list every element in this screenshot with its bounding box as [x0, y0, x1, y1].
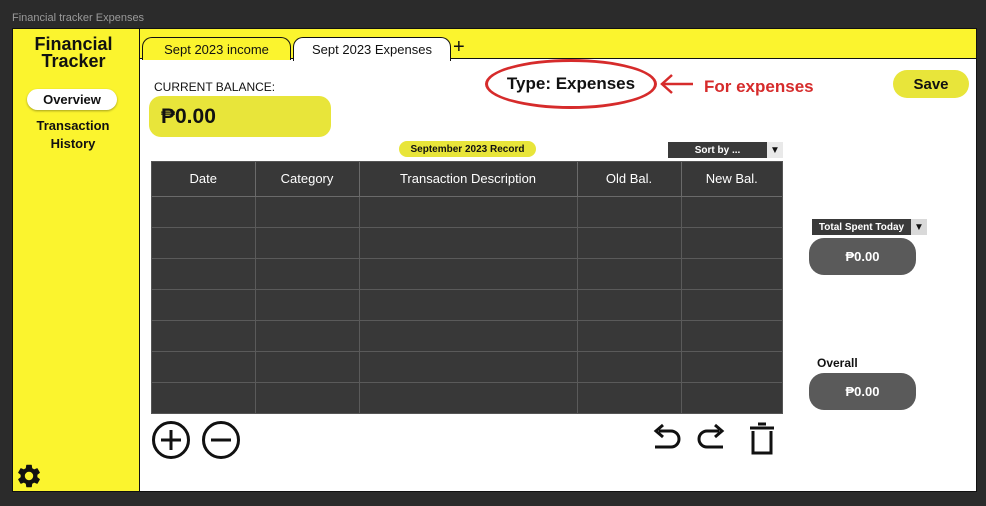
brand-line-2: Tracker [41, 51, 106, 71]
table-cell[interactable] [577, 227, 682, 259]
sort-dropdown[interactable]: Sort by ... ▼ [668, 142, 783, 158]
table-cell[interactable] [681, 196, 782, 228]
column-header-description: Transaction Description [359, 162, 578, 197]
table-header-row: Date Category Transaction Description Ol… [152, 162, 782, 197]
column-header-date: Date [152, 162, 256, 197]
table-row[interactable] [152, 227, 782, 259]
table-cell[interactable] [577, 196, 682, 228]
minus-circle-icon[interactable] [201, 420, 241, 460]
table-cell[interactable] [681, 227, 782, 259]
table-cell[interactable] [577, 258, 682, 290]
table-cell[interactable] [681, 382, 782, 413]
table-row[interactable] [152, 320, 782, 352]
sidebar-item-overview[interactable]: Overview [27, 89, 117, 110]
app-window: Financial Tracker Overview Transaction H… [12, 28, 977, 492]
table-cell[interactable] [681, 351, 782, 383]
table-cell[interactable] [152, 320, 256, 352]
type-annotation-circle: Type: Expenses [485, 59, 657, 109]
total-spent-today-label: Total Spent Today [812, 219, 911, 235]
tab-sept-income[interactable]: Sept 2023 income [142, 37, 291, 60]
table-cell[interactable] [681, 289, 782, 321]
table-row[interactable] [152, 382, 782, 413]
table-cell[interactable] [152, 289, 256, 321]
sort-label: Sort by ... [668, 142, 767, 158]
arrow-left-icon [660, 74, 693, 94]
trash-icon[interactable] [747, 422, 777, 456]
table-cell[interactable] [255, 258, 360, 290]
table-cell[interactable] [255, 382, 360, 413]
table-row[interactable] [152, 351, 782, 383]
table-cell[interactable] [255, 320, 360, 352]
table-row[interactable] [152, 196, 782, 228]
add-tab-button[interactable]: + [453, 36, 465, 58]
chevron-down-icon[interactable]: ▼ [767, 142, 783, 158]
total-spent-today-dropdown[interactable]: Total Spent Today ▼ [812, 219, 927, 235]
table-cell[interactable] [681, 320, 782, 352]
table-cell[interactable] [577, 351, 682, 383]
redo-icon[interactable] [695, 423, 729, 453]
table-cell[interactable] [255, 351, 360, 383]
annotation-note: For expenses [704, 77, 814, 96]
plus-circle-icon[interactable] [151, 420, 191, 460]
chevron-down-icon[interactable]: ▼ [911, 219, 927, 235]
window-title: Financial tracker Expenses [12, 12, 145, 24]
undo-icon[interactable] [649, 423, 683, 453]
transactions-table: Date Category Transaction Description Ol… [151, 161, 783, 414]
table-cell[interactable] [359, 258, 578, 290]
tab-sept-expenses[interactable]: Sept 2023 Expenses [293, 37, 451, 61]
table-cell[interactable] [577, 320, 682, 352]
table-cell[interactable] [152, 196, 256, 228]
column-header-old-balance: Old Bal. [577, 162, 682, 197]
table-cell[interactable] [255, 227, 360, 259]
total-spent-today-value: ₱0.00 [809, 238, 916, 275]
sidebar-item-transaction-history[interactable]: Transaction History [13, 117, 133, 153]
overall-label: Overall [817, 356, 858, 370]
table-cell[interactable] [359, 227, 578, 259]
table-cell[interactable] [577, 289, 682, 321]
table-row[interactable] [152, 258, 782, 290]
table-cell[interactable] [152, 351, 256, 383]
gear-icon[interactable] [15, 462, 43, 490]
table-cell[interactable] [359, 289, 578, 321]
save-button[interactable]: Save [893, 70, 969, 98]
sidebar-item-label: History [50, 136, 96, 151]
table-cell[interactable] [255, 289, 360, 321]
table-cell[interactable] [152, 382, 256, 413]
tab-bar: Sept 2023 income Sept 2023 Expenses + [140, 29, 976, 61]
column-header-category: Category [255, 162, 360, 197]
table-cell[interactable] [681, 258, 782, 290]
table-cell[interactable] [359, 196, 578, 228]
current-balance-value: ₱0.00 [149, 96, 331, 137]
app-brand: Financial Tracker [13, 35, 134, 71]
table-cell[interactable] [359, 382, 578, 413]
sidebar: Financial Tracker Overview Transaction H… [13, 29, 140, 491]
table-cell[interactable] [152, 227, 256, 259]
table-cell[interactable] [359, 320, 578, 352]
table-row[interactable] [152, 289, 782, 321]
column-header-new-balance: New Bal. [681, 162, 782, 197]
overall-value: ₱0.00 [809, 373, 916, 410]
current-balance-label: CURRENT BALANCE: [154, 80, 276, 94]
type-label: Type: Expenses [506, 74, 636, 93]
table-cell[interactable] [577, 382, 682, 413]
sidebar-item-label: Transaction [36, 118, 110, 133]
table-cell[interactable] [152, 258, 256, 290]
record-label: September 2023 Record [399, 141, 536, 157]
table-cell[interactable] [359, 351, 578, 383]
table-cell[interactable] [255, 196, 360, 228]
